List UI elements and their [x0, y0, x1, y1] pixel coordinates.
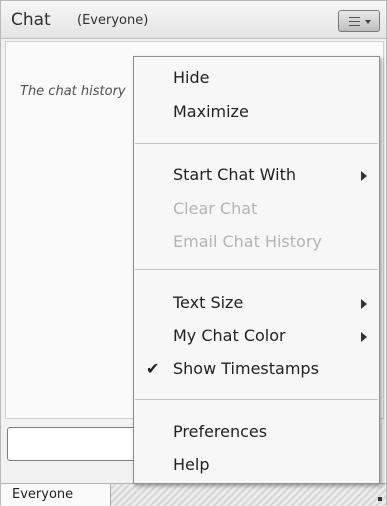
menu-item-hide[interactable]: Hide: [134, 65, 379, 91]
menu-item-label: Text Size: [173, 293, 244, 312]
submenu-arrow-icon: [361, 171, 367, 181]
hamburger-icon: [349, 17, 360, 29]
chat-tab-bar: Everyone: [1, 483, 386, 506]
menu-item-help[interactable]: Help: [134, 452, 379, 478]
pod-header: Chat (Everyone): [1, 1, 386, 39]
menu-separator: [135, 269, 378, 270]
menu-item-label: My Chat Color: [173, 326, 286, 345]
menu-item-label: Show Timestamps: [173, 359, 319, 378]
pod-options-menu: Hide Maximize Start Chat With Clear Chat…: [133, 56, 380, 484]
menu-item-label: Help: [173, 455, 210, 474]
pod-subtitle: (Everyone): [77, 13, 149, 28]
menu-item-maximize[interactable]: Maximize: [134, 99, 379, 125]
pod-title: Chat: [11, 10, 51, 30]
menu-item-label: Start Chat With: [173, 165, 296, 184]
menu-item-show-timestamps[interactable]: ✔ Show Timestamps: [134, 356, 379, 382]
menu-item-label: Preferences: [173, 422, 268, 441]
menu-item-email-chat-history: Email Chat History: [134, 229, 379, 255]
menu-item-start-chat-with[interactable]: Start Chat With: [134, 162, 379, 188]
submenu-arrow-icon: [361, 299, 367, 309]
tab-everyone[interactable]: Everyone: [1, 484, 111, 506]
pod-options-button[interactable]: [338, 10, 380, 32]
chat-history-placeholder: The chat history: [20, 84, 126, 99]
menu-item-text-size[interactable]: Text Size: [134, 290, 379, 316]
menu-separator: [135, 143, 378, 144]
menu-separator: [135, 399, 378, 400]
menu-item-label: Hide: [173, 68, 210, 87]
menu-item-preferences[interactable]: Preferences: [134, 419, 379, 445]
menu-item-label: Clear Chat: [173, 199, 258, 218]
menu-item-label: Email Chat History: [173, 232, 322, 251]
menu-item-my-chat-color[interactable]: My Chat Color: [134, 323, 379, 349]
submenu-arrow-icon: [361, 332, 367, 342]
chevron-down-icon: [365, 20, 371, 24]
resize-handle[interactable]: [378, 497, 382, 501]
menu-item-clear-chat: Clear Chat: [134, 196, 379, 222]
checkmark-icon: ✔: [146, 359, 160, 378]
menu-item-label: Maximize: [173, 102, 249, 121]
